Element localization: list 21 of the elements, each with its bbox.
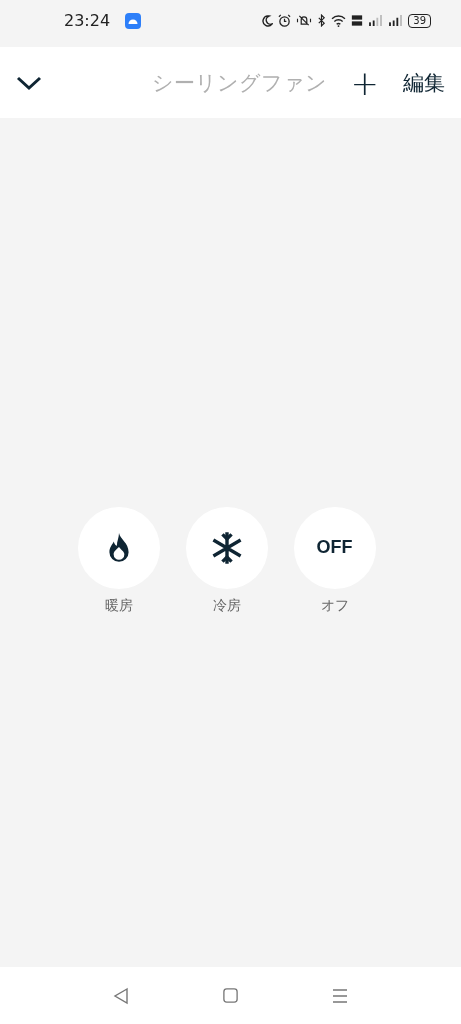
mode-label: 冷房 [212,596,241,615]
signal-icon [368,15,384,26]
chevron-down-icon[interactable] [16,74,42,91]
mode-label: オフ [320,596,349,615]
mode-button[interactable]: OFF [293,506,376,589]
add-button[interactable]: + [350,65,379,100]
mode-label: 暖房 [104,596,133,615]
home-icon[interactable] [222,987,239,1004]
edit-button[interactable]: 編集 [403,68,445,97]
wifi-icon [331,14,347,27]
bluetooth-icon [317,14,327,27]
alarm-icon [278,14,292,27]
battery-level: 39 [408,13,431,28]
back-icon[interactable] [112,986,130,1005]
status-time: 23:24 [64,11,111,30]
app-notification-icon [125,12,142,29]
signal-icon [388,15,404,26]
moon-icon [261,14,274,27]
menu-icon[interactable] [331,986,349,1005]
muted-bell-icon [296,14,313,27]
device-title: シーリングファン [151,69,327,97]
